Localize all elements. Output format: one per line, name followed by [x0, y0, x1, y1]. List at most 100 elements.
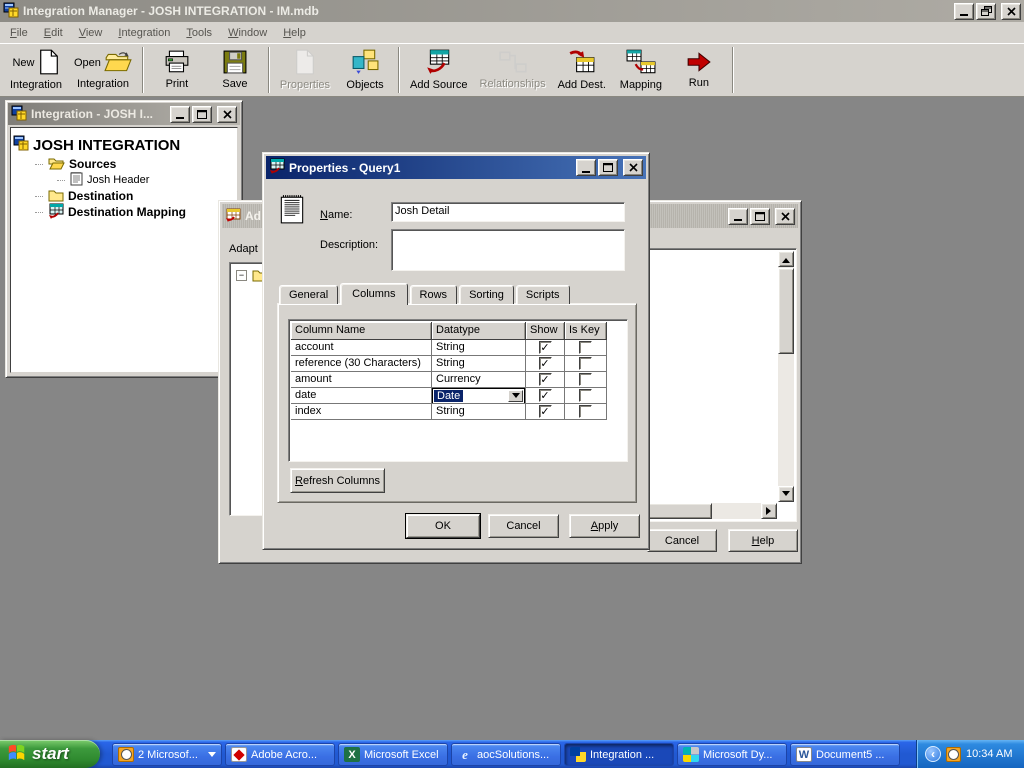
column-name-cell[interactable]: index	[291, 404, 432, 420]
close-button[interactable]	[1001, 3, 1021, 20]
taskbar-button[interactable]: 2 Microsof...	[112, 743, 222, 766]
menu-item-integration[interactable]: Integration	[110, 24, 178, 42]
tab-rows[interactable]: Rows	[410, 285, 458, 304]
iskey-cell[interactable]	[565, 356, 607, 372]
datatype-combobox[interactable]: Date	[432, 388, 525, 404]
tab-general[interactable]: General	[279, 285, 338, 304]
apply-button[interactable]: Apply	[569, 514, 640, 538]
new-integration-button[interactable]: New Integration	[4, 46, 68, 94]
minimize-button[interactable]	[728, 208, 748, 225]
show-checkbox[interactable]: ✓	[539, 373, 552, 386]
scroll-down-icon[interactable]	[778, 486, 794, 502]
menu-item-window[interactable]: Window	[220, 24, 275, 42]
column-name-cell[interactable]: reference (30 Characters)	[291, 356, 432, 372]
header-show[interactable]: Show	[526, 322, 565, 340]
iskey-checkbox[interactable]	[579, 373, 592, 386]
taskbar-button[interactable]: Adobe Acro...	[225, 743, 335, 766]
save-button[interactable]: Save	[206, 46, 264, 94]
taskbar-button[interactable]: Integration ...	[564, 743, 674, 766]
iskey-checkbox[interactable]	[579, 357, 592, 370]
dropdown-button[interactable]	[508, 390, 523, 402]
show-checkbox[interactable]: ✓	[539, 405, 552, 418]
minimize-button[interactable]	[576, 159, 596, 176]
close-button[interactable]	[775, 208, 795, 225]
mapping-button[interactable]: Mapping	[612, 46, 670, 94]
taskbar-button[interactable]: Document5 ...	[790, 743, 900, 766]
show-checkbox[interactable]: ✓	[539, 357, 552, 370]
table-row[interactable]: amountCurrency ✓	[291, 372, 625, 388]
show-cell[interactable]: ✓	[526, 388, 565, 404]
open-integration-button[interactable]: Open Integration	[68, 46, 138, 94]
start-button[interactable]: start	[0, 740, 100, 768]
iskey-cell[interactable]	[565, 388, 607, 404]
maximize-button[interactable]	[192, 106, 212, 123]
objects-button[interactable]: Objects	[336, 46, 394, 94]
taskbar-button[interactable]: Microsoft Excel	[338, 743, 448, 766]
vertical-scrollbar[interactable]	[778, 251, 794, 502]
iskey-checkbox[interactable]	[579, 341, 592, 354]
datatype-cell[interactable]: String	[432, 340, 526, 356]
cancel-button[interactable]: Cancel	[647, 529, 717, 552]
iskey-cell[interactable]	[565, 340, 607, 356]
datatype-cell[interactable]: String	[432, 404, 526, 420]
maximize-button[interactable]	[750, 208, 770, 225]
minimize-button[interactable]	[954, 3, 974, 20]
minimize-button[interactable]	[170, 106, 190, 123]
collapse-minus-icon[interactable]: −	[236, 270, 247, 281]
column-name-cell[interactable]: date	[291, 388, 432, 404]
tab-scripts[interactable]: Scripts	[516, 285, 570, 304]
scrollbar-thumb[interactable]	[778, 268, 794, 354]
table-row[interactable]: accountString ✓	[291, 340, 625, 356]
tree-item-sources[interactable]: Sources	[13, 156, 235, 172]
print-button[interactable]: Print	[148, 46, 206, 94]
show-checkbox[interactable]: ✓	[539, 389, 552, 402]
table-row[interactable]: dateDate ✓	[291, 388, 625, 404]
menu-item-file[interactable]: File	[2, 24, 36, 42]
tree-item-destination[interactable]: Destination	[13, 188, 235, 204]
datatype-cell[interactable]: String	[432, 356, 526, 372]
close-button[interactable]	[217, 106, 237, 123]
tree-item-destination-mapping[interactable]: Destination Mapping	[13, 204, 235, 220]
menu-item-tools[interactable]: Tools	[178, 24, 220, 42]
header-column-name[interactable]: Column Name	[291, 322, 432, 340]
tree-root-josh-integration[interactable]: JOSH INTEGRATION	[13, 134, 235, 156]
close-button[interactable]	[623, 159, 643, 176]
show-cell[interactable]: ✓	[526, 404, 565, 420]
cancel-button[interactable]: Cancel	[488, 514, 559, 538]
run-button[interactable]: Run	[670, 46, 728, 94]
iskey-checkbox[interactable]	[579, 405, 592, 418]
add-source-button[interactable]: Add Source	[404, 46, 473, 94]
show-checkbox[interactable]: ✓	[539, 341, 552, 354]
maximize-button[interactable]	[598, 159, 618, 176]
help-button[interactable]: Help	[728, 529, 798, 552]
add-dest-button[interactable]: Add Dest.	[552, 46, 612, 94]
description-input[interactable]	[391, 229, 625, 271]
menu-item-view[interactable]: View	[71, 24, 111, 42]
menu-item-help[interactable]: Help	[275, 24, 314, 42]
tab-sorting[interactable]: Sorting	[459, 285, 514, 304]
iskey-checkbox[interactable]	[579, 389, 592, 402]
header-datatype[interactable]: Datatype	[432, 322, 526, 340]
ok-button[interactable]: OK	[406, 514, 480, 538]
column-name-cell[interactable]: amount	[291, 372, 432, 388]
table-row[interactable]: reference (30 Characters)String ✓	[291, 356, 625, 372]
show-cell[interactable]: ✓	[526, 372, 565, 388]
datatype-cell[interactable]: Date	[432, 388, 526, 404]
refresh-columns-button[interactable]: Refresh Columns	[290, 468, 385, 493]
iskey-cell[interactable]	[565, 372, 607, 388]
iskey-cell[interactable]	[565, 404, 607, 420]
restore-button[interactable]	[976, 3, 996, 20]
tray-chevron-icon[interactable]: ‹	[925, 746, 941, 762]
taskbar-button[interactable]: Microsoft Dy...	[677, 743, 787, 766]
menu-item-edit[interactable]: Edit	[36, 24, 71, 42]
column-name-cell[interactable]: account	[291, 340, 432, 356]
datatype-cell[interactable]: Currency	[432, 372, 526, 388]
tab-columns[interactable]: Columns	[340, 283, 407, 305]
name-input[interactable]: Josh Detail	[391, 202, 625, 222]
tree-item-josh-header[interactable]: Josh Header	[13, 172, 235, 188]
taskbar-button[interactable]: aocSolutions...	[451, 743, 561, 766]
show-cell[interactable]: ✓	[526, 340, 565, 356]
scroll-up-icon[interactable]	[778, 251, 794, 267]
table-row[interactable]: indexString ✓	[291, 404, 625, 420]
header-is-key[interactable]: Is Key	[565, 322, 607, 340]
